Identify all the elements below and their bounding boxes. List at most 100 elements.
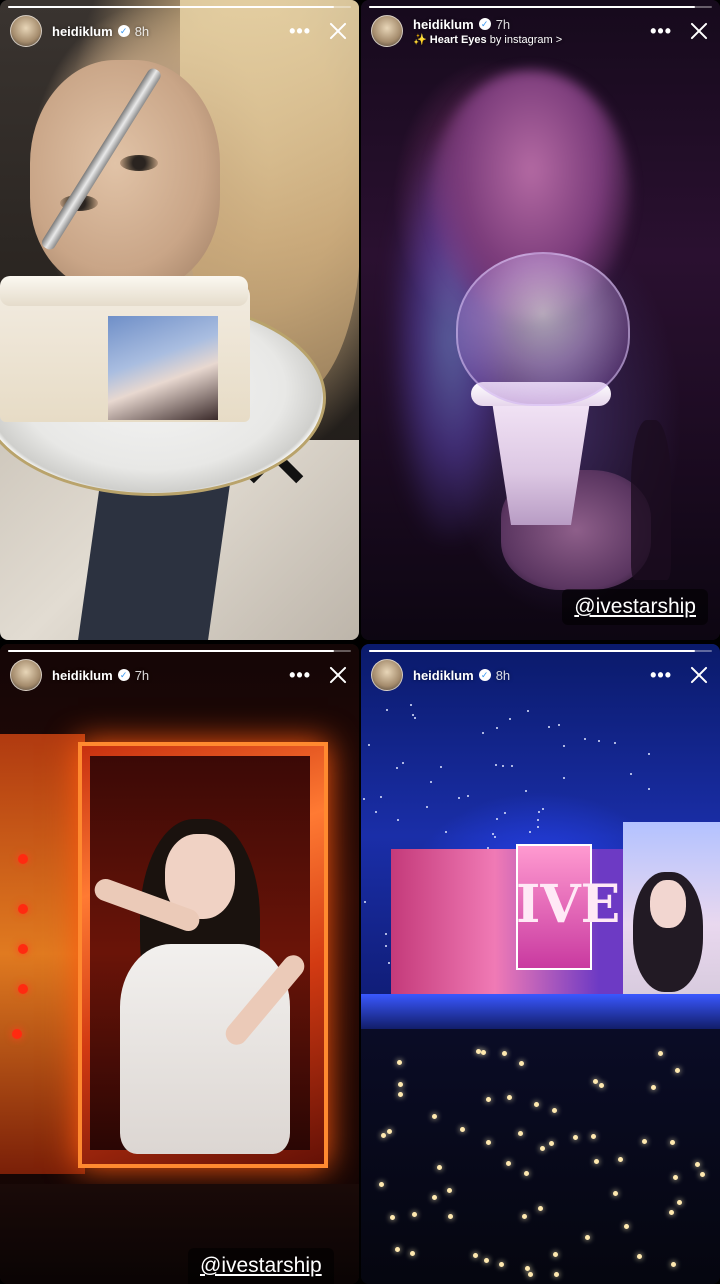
story-grid: heidiklum ✓ 8h ••• heidiklum ✓ 7h ✨ Hear… — [0, 0, 720, 1284]
story-progress-bar — [8, 650, 351, 652]
crowd-light — [381, 1133, 386, 1138]
confetti-dot — [563, 777, 565, 779]
sparkles-icon: ✨ — [413, 33, 427, 46]
avatar[interactable] — [10, 659, 42, 691]
avatar[interactable] — [10, 15, 42, 47]
crowd-light — [671, 1262, 676, 1267]
story-progress-fill — [369, 6, 695, 8]
timestamp: 7h — [134, 667, 150, 683]
more-options-icon[interactable]: ••• — [289, 666, 311, 684]
crowd-light — [624, 1224, 629, 1229]
crowd-light — [412, 1212, 417, 1217]
story-panel-cake[interactable]: heidiklum ✓ 8h ••• — [0, 0, 359, 640]
verified-icon: ✓ — [478, 669, 491, 681]
crowd-light — [524, 1171, 529, 1176]
confetti-dot — [511, 765, 513, 767]
close-icon[interactable] — [327, 20, 349, 42]
crowd-light — [484, 1258, 489, 1263]
story-photo — [0, 0, 359, 640]
crowd-light — [499, 1262, 504, 1267]
crowd-light — [379, 1182, 384, 1187]
stage-side-screen — [0, 734, 85, 1174]
crowd-light — [507, 1095, 512, 1100]
close-icon[interactable] — [688, 664, 710, 686]
meta-row: heidiklum ✓ 7h — [413, 17, 562, 32]
story-panel-arena-blue[interactable]: IVE heidiklum ✓ 8h ••• — [361, 644, 720, 1284]
confetti-dot — [380, 796, 382, 798]
story-meta: heidiklum ✓ 7h ✨ Heart Eyes by instagram… — [413, 17, 562, 46]
crowd-light — [593, 1079, 598, 1084]
stage-logo: IVE — [516, 874, 621, 935]
confetti-dot — [630, 773, 632, 775]
confetti-dot — [397, 819, 399, 821]
crowd-light — [522, 1214, 527, 1219]
cake-top — [0, 276, 248, 306]
crowd-light — [528, 1272, 533, 1277]
story-actions: ••• — [650, 14, 710, 48]
close-icon[interactable] — [688, 20, 710, 42]
crowd-light — [481, 1050, 486, 1055]
confetti-dot — [538, 811, 540, 813]
avatar[interactable] — [371, 659, 403, 691]
performer-dress — [120, 944, 290, 1154]
confetti-dot — [492, 833, 494, 835]
crowd-light — [700, 1172, 705, 1177]
crowd-light — [432, 1195, 437, 1200]
story-progress-bar — [369, 650, 712, 652]
mention-sticker[interactable]: @ivestarship — [188, 1248, 334, 1284]
timestamp: 8h — [495, 667, 511, 683]
story-photo — [0, 644, 359, 1284]
confetti-dot — [385, 945, 387, 947]
story-panel-stage-red[interactable]: heidiklum ✓ 7h ••• @ivestarship — [0, 644, 359, 1284]
crowd-light — [599, 1083, 604, 1088]
more-options-icon[interactable]: ••• — [289, 22, 311, 40]
audio-title: Heart Eyes — [429, 33, 487, 46]
confetti-dot — [375, 811, 377, 813]
crowd-light — [677, 1200, 682, 1205]
crowd-light — [525, 1266, 530, 1271]
audio-attribution[interactable]: ✨ Heart Eyes by instagram > — [413, 33, 562, 46]
confetti-dot — [414, 717, 416, 719]
confetti-dot — [563, 745, 565, 747]
meta-row: heidiklum ✓ 8h — [413, 668, 510, 683]
username[interactable]: heidiklum — [413, 17, 474, 32]
crowd-light — [506, 1161, 511, 1166]
confetti-dot — [529, 831, 531, 833]
crowd-light — [695, 1162, 700, 1167]
verified-icon: ✓ — [117, 669, 130, 681]
close-icon[interactable] — [327, 664, 349, 686]
story-meta: heidiklum ✓ 8h — [52, 24, 149, 39]
crowd-light — [534, 1102, 539, 1107]
confetti-dot — [504, 812, 506, 814]
confetti-dot — [525, 790, 527, 792]
stage-floor — [361, 994, 720, 1034]
crowd-light — [486, 1097, 491, 1102]
more-options-icon[interactable]: ••• — [650, 22, 672, 40]
crowd-light — [658, 1051, 663, 1056]
crowd-light — [549, 1141, 554, 1146]
confetti-dot — [426, 806, 428, 808]
mention-sticker[interactable]: @ivestarship — [562, 589, 708, 625]
username[interactable]: heidiklum — [413, 668, 474, 683]
story-actions: ••• — [289, 14, 349, 48]
confetti-dot — [502, 765, 504, 767]
timestamp: 7h — [495, 16, 511, 32]
stage-light — [18, 904, 28, 914]
more-options-icon[interactable]: ••• — [650, 666, 672, 684]
story-header: heidiklum ✓ 7h ••• — [10, 658, 349, 692]
crowd-light — [642, 1139, 647, 1144]
confetti-dot — [467, 795, 469, 797]
username[interactable]: heidiklum — [52, 668, 113, 683]
crowd-light — [585, 1235, 590, 1240]
confetti-dot — [537, 826, 539, 828]
confetti-dot — [542, 808, 544, 810]
crowd-light — [591, 1134, 596, 1139]
crowd-light — [486, 1140, 491, 1145]
crowd-shape — [361, 1029, 720, 1284]
confetti-dot — [548, 726, 550, 728]
story-meta: heidiklum ✓ 8h — [413, 668, 510, 683]
username[interactable]: heidiklum — [52, 24, 113, 39]
story-panel-lightstick[interactable]: heidiklum ✓ 7h ✨ Heart Eyes by instagram… — [361, 0, 720, 640]
avatar[interactable] — [371, 15, 403, 47]
crowd-light — [554, 1272, 559, 1277]
